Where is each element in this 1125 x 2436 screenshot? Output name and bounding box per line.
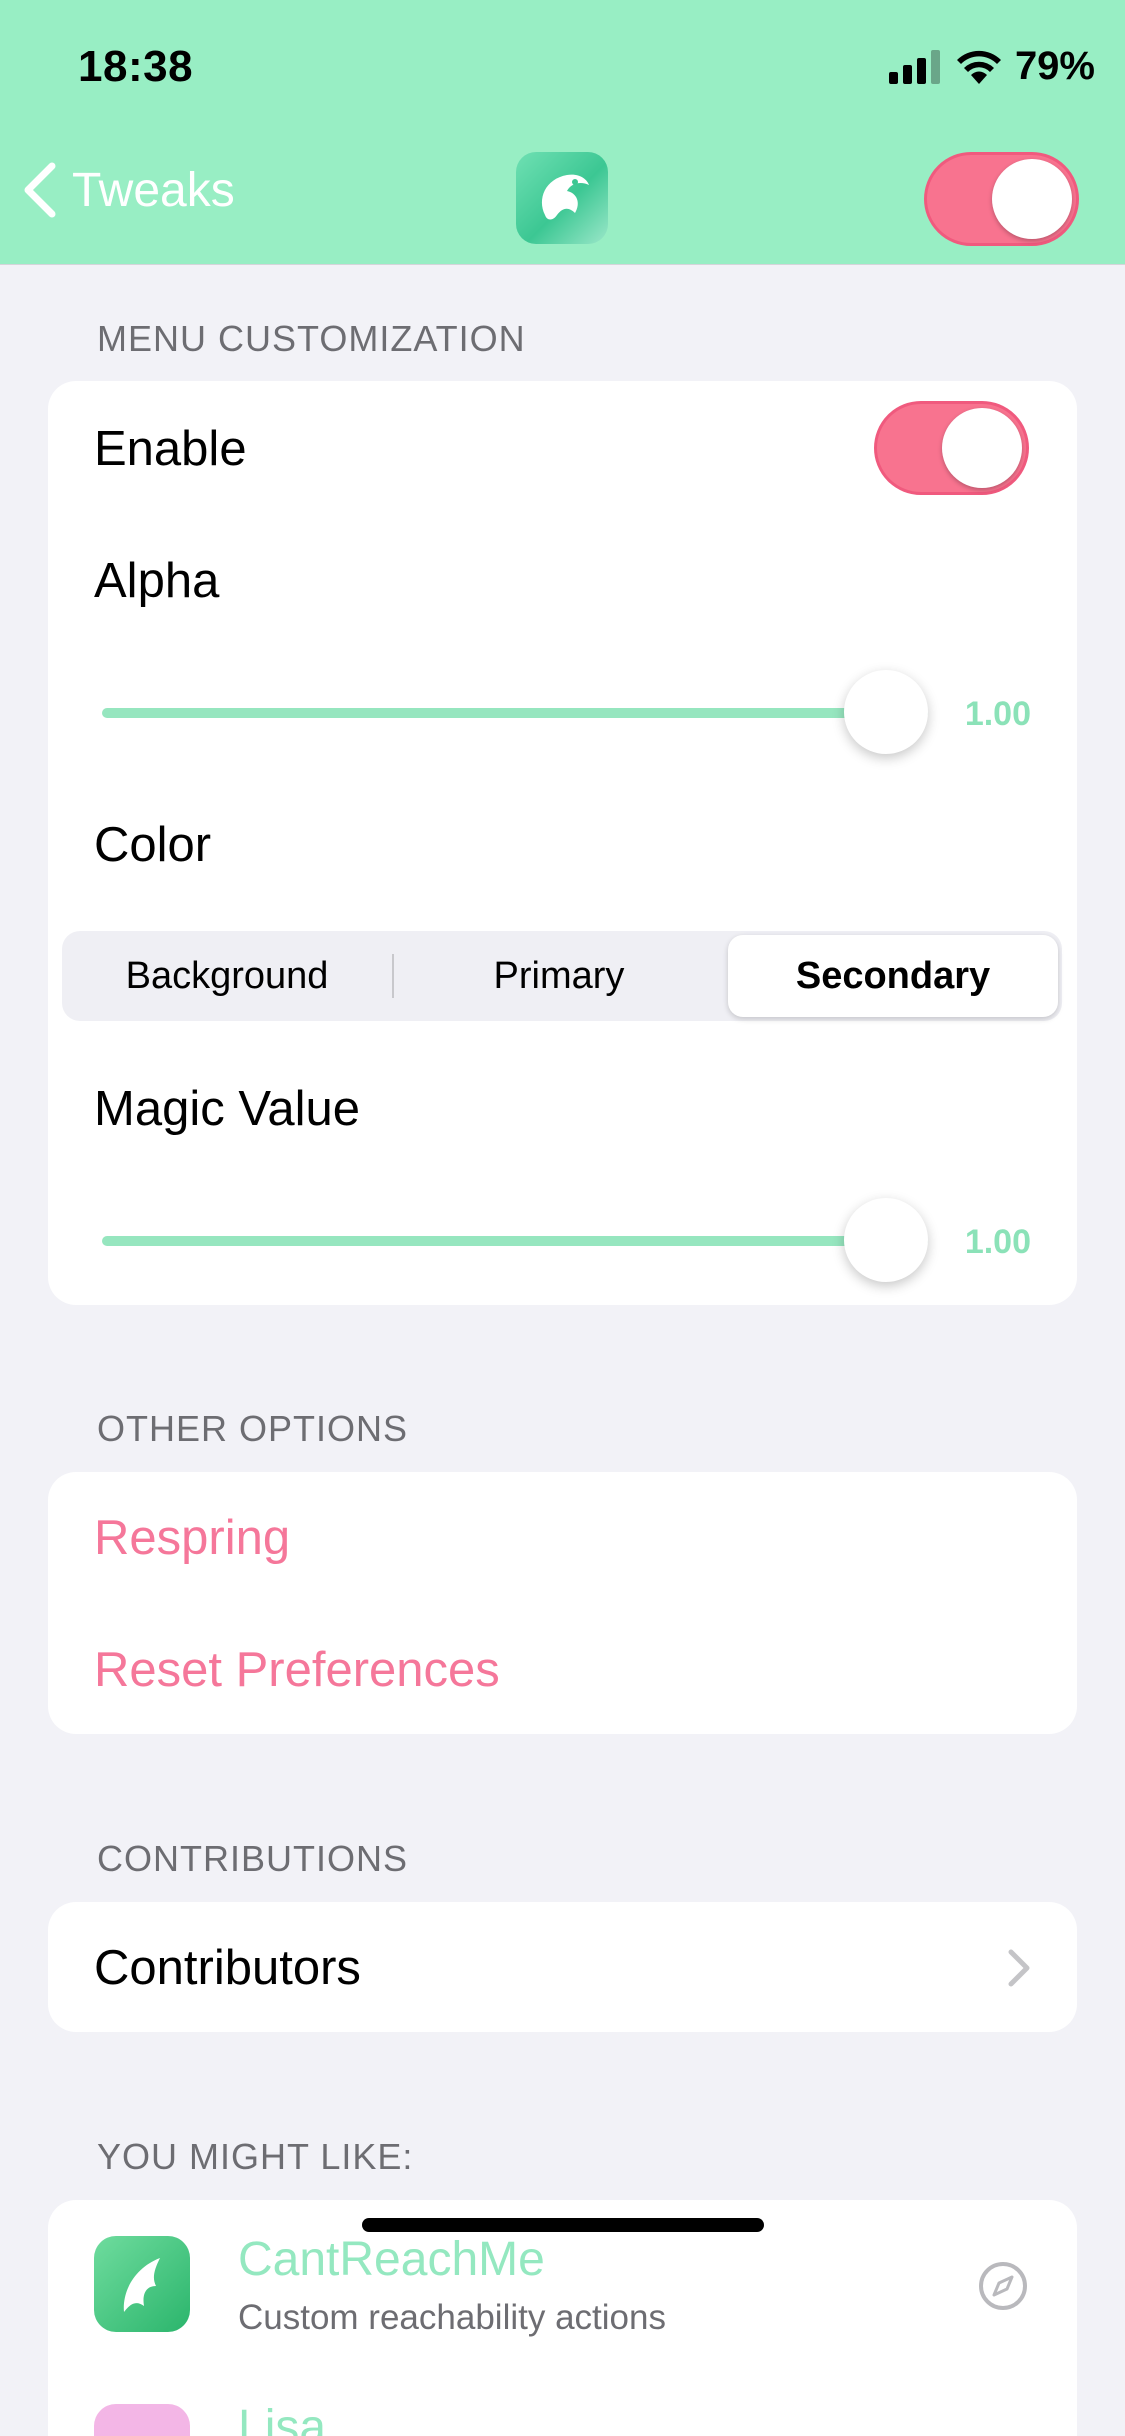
section-title-menu-customization: MENU CUSTOMIZATION	[97, 318, 526, 359]
alpha-slider-thumb[interactable]	[844, 670, 928, 754]
status-time: 18:38	[78, 42, 194, 91]
wifi-icon	[956, 50, 1001, 84]
cantreachme-logo-icon	[123, 2258, 160, 2312]
app-item-name: Lisa	[238, 2401, 327, 2436]
recommendation-item-lisa[interactable]: Lisa	[48, 2368, 1077, 2436]
color-segmented-control: Background Primary Secondary	[62, 931, 1062, 1021]
cellular-signal-icon	[888, 49, 940, 84]
chevron-right-icon	[1008, 1949, 1030, 1987]
battery-percentage: 79%	[1014, 44, 1095, 88]
lisa-app-icon	[94, 2404, 190, 2436]
home-indicator	[362, 2218, 764, 2232]
menu-customization-card: Enable Alpha 1.00 Color Background Prima…	[48, 381, 1077, 1305]
back-label: Tweaks	[72, 163, 235, 217]
navigation-header: 18:38 79% Tweaks	[0, 0, 1125, 265]
app-item-name: CantReachMe	[238, 2233, 545, 2286]
toggle-track	[874, 401, 1029, 495]
compass-icon[interactable]	[977, 2260, 1029, 2312]
app-item-description: Custom reachability actions	[238, 2298, 666, 2337]
segment-primary[interactable]: Primary	[394, 931, 724, 1021]
magic-value-value: 1.00	[964, 1223, 1031, 1261]
alpha-slider-track[interactable]	[102, 708, 928, 718]
contributors-label: Contributors	[94, 1941, 361, 1995]
tweak-app-icon	[516, 152, 608, 244]
other-options-card: Respring Reset Preferences	[48, 1472, 1077, 1734]
section-title-other-options: OTHER OPTIONS	[97, 1408, 409, 1449]
respring-button[interactable]: Respring	[94, 1510, 290, 1566]
chevron-left-icon	[24, 162, 56, 218]
magic-value-slider-track[interactable]	[102, 1236, 928, 1246]
enable-toggle[interactable]	[874, 401, 1029, 495]
alpha-label: Alpha	[94, 554, 220, 608]
back-button[interactable]: Tweaks	[22, 162, 235, 218]
magic-value-slider-thumb[interactable]	[844, 1198, 928, 1282]
fish-logo-icon	[541, 174, 589, 220]
alpha-value: 1.00	[964, 695, 1031, 733]
segment-background[interactable]: Background	[62, 931, 392, 1021]
toggle-knob	[942, 408, 1022, 488]
status-indicators: 79%	[888, 44, 1095, 89]
recommendations-card: CantReachMe Custom reachability actions …	[48, 2200, 1077, 2436]
color-label: Color	[94, 818, 212, 872]
contributors-row[interactable]: Contributors	[48, 1902, 1077, 2032]
segment-secondary[interactable]: Secondary	[728, 935, 1058, 1017]
settings-page: 18:38 79% Tweaks MENU CUSTOMIZATION Enab…	[0, 0, 1125, 2436]
magic-value-label: Magic Value	[94, 1082, 361, 1136]
reset-preferences-button[interactable]: Reset Preferences	[94, 1642, 500, 1698]
section-title-contributions: CONTRIBUTIONS	[97, 1838, 409, 1879]
global-enable-toggle[interactable]	[924, 152, 1079, 246]
cantreachme-app-icon	[94, 2236, 190, 2332]
section-title-you-might-like: YOU MIGHT LIKE:	[97, 2136, 414, 2177]
toggle-knob	[992, 159, 1072, 239]
toggle-track	[924, 152, 1079, 246]
enable-label: Enable	[94, 422, 247, 476]
